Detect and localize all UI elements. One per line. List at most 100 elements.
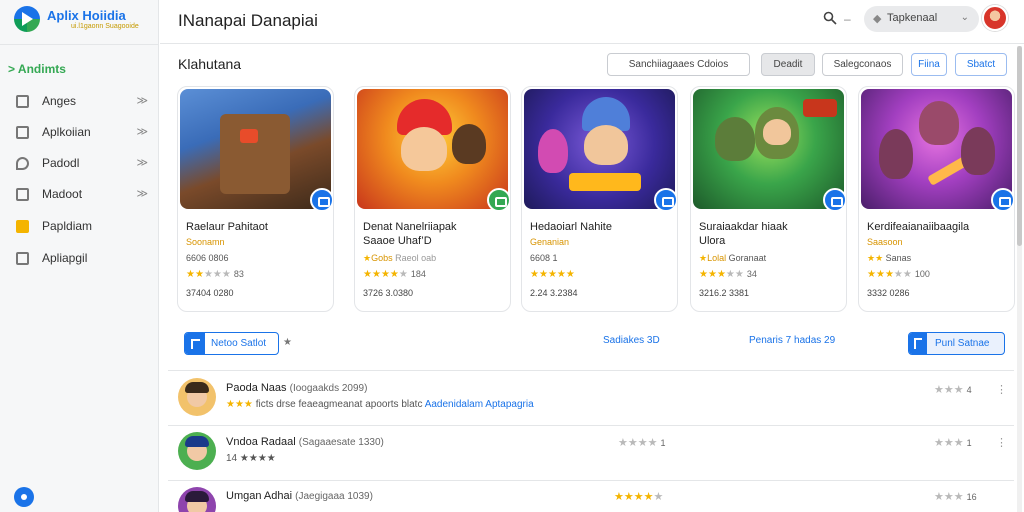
help-fab-button[interactable] — [14, 487, 34, 507]
page-title: INanapai Danapiai — [178, 11, 318, 30]
card-title: Kerdifeaianaiibaagila — [867, 221, 970, 233]
game-artwork — [524, 89, 675, 209]
sidebar-item-padodl[interactable]: Padodl ≫ — [16, 155, 148, 173]
double-chevron-icon: ≫ — [136, 188, 148, 200]
flag-icon — [909, 333, 927, 354]
game-card[interactable]: Denat Nanelriiapak Saaoe Uhaf’D ★Gobs Rae… — [354, 86, 511, 312]
card-size: 3332 0286 — [867, 288, 910, 298]
sidebar-item-label: Apliapgil — [42, 251, 88, 265]
sidebar-item-aplkoiian[interactable]: Aplkoiian ≫ — [16, 124, 148, 142]
link-sadiakes[interactable]: Sadiakes 3D — [603, 335, 660, 346]
grid-icon — [16, 95, 29, 108]
filter-button-3[interactable]: Salegconaos — [822, 53, 903, 76]
account-dropdown[interactable]: ◆ Tapkenaal ⌄ — [864, 6, 979, 32]
chevron-right-icon: > — [8, 62, 18, 76]
more-icon[interactable]: ⋮ — [996, 383, 1007, 396]
game-card[interactable]: Kerdifeaianaiibaagila Saasoon ★★ Sanas ★… — [858, 86, 1015, 312]
row-description: ★★★ ficts drse feaeagmeanat apoorts blat… — [226, 399, 534, 410]
filter-button-1[interactable]: Sanchiiagaaes Cdoios — [607, 53, 750, 76]
row-mid-rating: ★★★★★ — [614, 491, 664, 503]
card-meta: 6608 1 — [530, 253, 558, 263]
more-icon[interactable]: ⋮ — [996, 436, 1007, 449]
game-artwork — [357, 89, 508, 209]
card-size: 3726 3.0380 — [363, 288, 414, 298]
chevron-down-icon: ⌄ — [960, 12, 969, 23]
row-rating: ★★★ 1 — [934, 437, 972, 449]
card-meta: ★★ Sanas — [867, 253, 912, 263]
double-chevron-icon: ≫ — [136, 95, 148, 107]
sidebar-item-anges[interactable]: Anges ≫ — [16, 93, 148, 111]
sidebar-item-active[interactable]: > Andimts — [8, 62, 66, 76]
search-icon[interactable] — [823, 11, 837, 25]
card-size: 37404 0280 — [186, 288, 234, 298]
card-title: Suraiaakdar hiaak Ulora — [699, 221, 788, 247]
list-divider — [168, 370, 1014, 371]
sidebar-item-apliapgil[interactable]: Apliapgil — [16, 250, 148, 268]
filter-button-5[interactable]: Sbatct — [955, 53, 1007, 76]
sidebar-item-label: Madoot — [42, 187, 83, 201]
card-size: 2.24 3.2384 — [530, 288, 578, 298]
section-title: Klahutana — [178, 56, 242, 72]
sidebar-item-papldiam[interactable]: Papldiam — [16, 218, 148, 236]
filter-button-2[interactable]: Deadit — [761, 53, 815, 76]
game-artwork — [861, 89, 1012, 209]
row-rating: ★★★ 16 — [934, 491, 977, 503]
tag-icon — [16, 157, 29, 170]
download-badge-icon[interactable] — [991, 188, 1014, 212]
row-rating: ★★★ 4 — [934, 384, 972, 396]
new-button[interactable]: Netoo Satlot — [184, 332, 279, 355]
sidebar-divider — [0, 44, 159, 45]
brand[interactable]: Aplix Hoiidia ui.l1gaonn Suagooide — [14, 6, 154, 36]
sidebar: Aplix Hoiidia ui.l1gaonn Suagooide > And… — [0, 0, 159, 512]
game-card[interactable]: Hedaoiarl Nahite Genanian 6608 1 ★★★★★ 2… — [521, 86, 678, 312]
user-avatar[interactable] — [982, 5, 1008, 31]
double-chevron-icon: ≫ — [136, 157, 148, 169]
row-name: Paoda Naas (Ioogaakds 2099) — [226, 382, 368, 394]
card-category: Soonamn — [186, 237, 225, 247]
avatar — [178, 432, 216, 470]
list-divider — [168, 425, 1014, 426]
download-badge-icon[interactable] — [654, 188, 677, 212]
card-title: Hedaoiarl Nahite — [530, 221, 612, 233]
card-title: Denat Nanelriiapak Saaoe Uhaf’D — [363, 221, 457, 247]
filter-button-4[interactable]: Fiina — [911, 53, 947, 76]
new-button-label: Netoo Satlot — [211, 338, 267, 349]
app-window: Aplix Hoiidia ui.l1gaonn Suagooide > And… — [0, 0, 1024, 512]
card-title: Raelaur Pahitaot — [186, 221, 268, 233]
account-label: Tapkenaal — [887, 12, 938, 24]
card-size: 3216.2 3381 — [699, 288, 750, 298]
download-badge-icon[interactable] — [823, 188, 846, 212]
download-badge-icon[interactable] — [310, 188, 333, 212]
star-icon[interactable]: ★ — [283, 337, 292, 348]
scrollbar[interactable] — [1017, 46, 1022, 512]
card-rating: ★★★★★ 184 — [363, 269, 426, 280]
link-penaris[interactable]: Penaris 7 hadas 29 — [749, 335, 835, 346]
library-icon — [16, 188, 29, 201]
card-category: ★Gobs Raeol oab — [363, 253, 437, 263]
play-logo-icon — [14, 6, 40, 32]
list-divider — [168, 480, 1014, 481]
scrollbar-thumb[interactable] — [1017, 46, 1022, 246]
top-header: INanapai Danapiai – ◆ Tapkenaal ⌄ — [160, 0, 1024, 44]
download-badge-icon[interactable] — [487, 188, 510, 212]
card-rating: ★★★★★ — [530, 269, 575, 280]
card-meta: 6606 0806 — [186, 253, 229, 263]
building-icon — [16, 252, 29, 265]
card-rating: ★★★★★ 34 — [699, 269, 757, 280]
game-card[interactable]: Suraiaakdar hiaak Ulora ★Lolal Goranaat ★… — [690, 86, 847, 312]
tag-icon: ◆ — [873, 13, 882, 25]
game-card[interactable]: Raelaur Pahitaot Soonamn 6606 0806 ★★★★★… — [177, 86, 334, 312]
sidebar-item-label: Papldiam — [42, 219, 93, 233]
row-mid-rating: ★★★★ 1 — [618, 437, 666, 449]
publish-button[interactable]: Punl Satnae — [908, 332, 1005, 355]
row-name: Umgan Adhai (Jaegigaaa 1039) — [226, 490, 373, 502]
header-separator: – — [844, 12, 851, 26]
brand-subtitle: ui.l1gaonn Suagooide — [71, 23, 139, 30]
card-category: Genanian — [530, 237, 570, 247]
sidebar-item-madoot[interactable]: Madoot ≫ — [16, 186, 148, 204]
apps-icon — [16, 126, 29, 139]
row-name: Vndoa Radaal (Sagaaesate 1330) — [226, 436, 384, 448]
brand-title: Aplix Hoiidia — [47, 8, 126, 23]
sidebar-item-label: Padodl — [42, 156, 80, 170]
double-chevron-icon: ≫ — [136, 126, 148, 138]
